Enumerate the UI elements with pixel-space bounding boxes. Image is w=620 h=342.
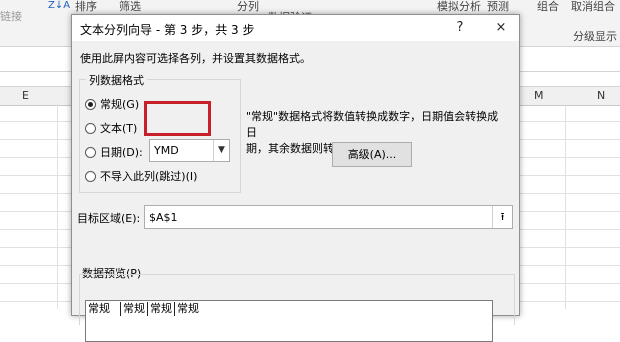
advanced-button[interactable]: 高级(A)...: [332, 142, 412, 167]
ribbon-text-to-columns[interactable]: 分列: [237, 0, 259, 14]
close-button[interactable]: ×: [488, 18, 514, 38]
option-date[interactable]: 日期(D):: [85, 143, 143, 161]
sort-az-icon[interactable]: Z↓A: [48, 0, 70, 11]
ribbon-what-if[interactable]: 模拟分析: [437, 0, 481, 14]
destination-label: 目标区域(E):: [77, 212, 141, 225]
destination-input[interactable]: $A$1 ⭱: [144, 205, 513, 229]
dialog-titlebar[interactable]: 文本分列向导 - 第 3 步，共 3 步 ? ×: [72, 15, 519, 41]
radio-skip[interactable]: [85, 170, 96, 182]
column-header-n[interactable]: N: [597, 89, 605, 102]
help-button[interactable]: ?: [447, 18, 473, 38]
radio-text[interactable]: [85, 122, 96, 134]
ribbon-filter[interactable]: 筛选: [119, 0, 141, 14]
column-format-legend: 列数据格式: [86, 72, 147, 88]
ribbon-group[interactable]: 组合: [537, 0, 559, 14]
range-picker-icon[interactable]: ⭱: [492, 206, 512, 228]
option-general-label: 常规(G): [100, 98, 140, 111]
preview-header-cell: 常规: [177, 302, 199, 315]
preview-group: 常规 常规 常规 常规: [79, 274, 515, 342]
preview-area[interactable]: 常规 常规 常规 常规: [85, 300, 493, 342]
ribbon-sort[interactable]: 排序: [75, 0, 97, 14]
text-to-columns-dialog: 文本分列向导 - 第 3 步，共 3 步 ? × 使用此屏内容可选择各列，并设置…: [71, 14, 520, 342]
option-general[interactable]: 常规(G): [85, 95, 139, 113]
highlight-box: [144, 101, 211, 136]
radio-general[interactable]: [85, 98, 96, 110]
date-format-value: YMD: [154, 144, 179, 157]
preview-header-cell: 常规: [86, 302, 121, 316]
ribbon-ungroup[interactable]: 取消组合: [571, 0, 615, 14]
dialog-description: 使用此屏内容可选择各列，并设置其数据格式。: [80, 52, 311, 65]
date-format-select[interactable]: YMD ▼: [149, 139, 230, 162]
ribbon-outline-group: 分级显示: [573, 30, 617, 43]
option-skip-label: 不导入此列(跳过)(I): [100, 170, 198, 183]
preview-header-cell: 常规: [148, 302, 175, 316]
option-date-label: 日期(D):: [100, 146, 143, 159]
option-text-label: 文本(T): [100, 122, 138, 135]
ribbon-forecast[interactable]: 预测: [487, 0, 509, 14]
preview-header-cell: 常规: [121, 302, 148, 316]
destination-value: $A$1: [149, 211, 178, 224]
option-skip[interactable]: 不导入此列(跳过)(I): [85, 167, 197, 185]
column-header-m[interactable]: M: [534, 89, 544, 102]
ribbon-links[interactable]: 链接: [0, 8, 22, 24]
dialog-title: 文本分列向导 - 第 3 步，共 3 步: [80, 23, 255, 37]
column-header-e[interactable]: E: [22, 89, 29, 102]
format-note-line-1: "常规"数据格式将数值转换成数字，日期值会转换成日: [246, 110, 499, 139]
option-text[interactable]: 文本(T): [85, 119, 137, 137]
radio-date[interactable]: [85, 146, 96, 158]
chevron-down-icon[interactable]: ▼: [213, 140, 229, 161]
